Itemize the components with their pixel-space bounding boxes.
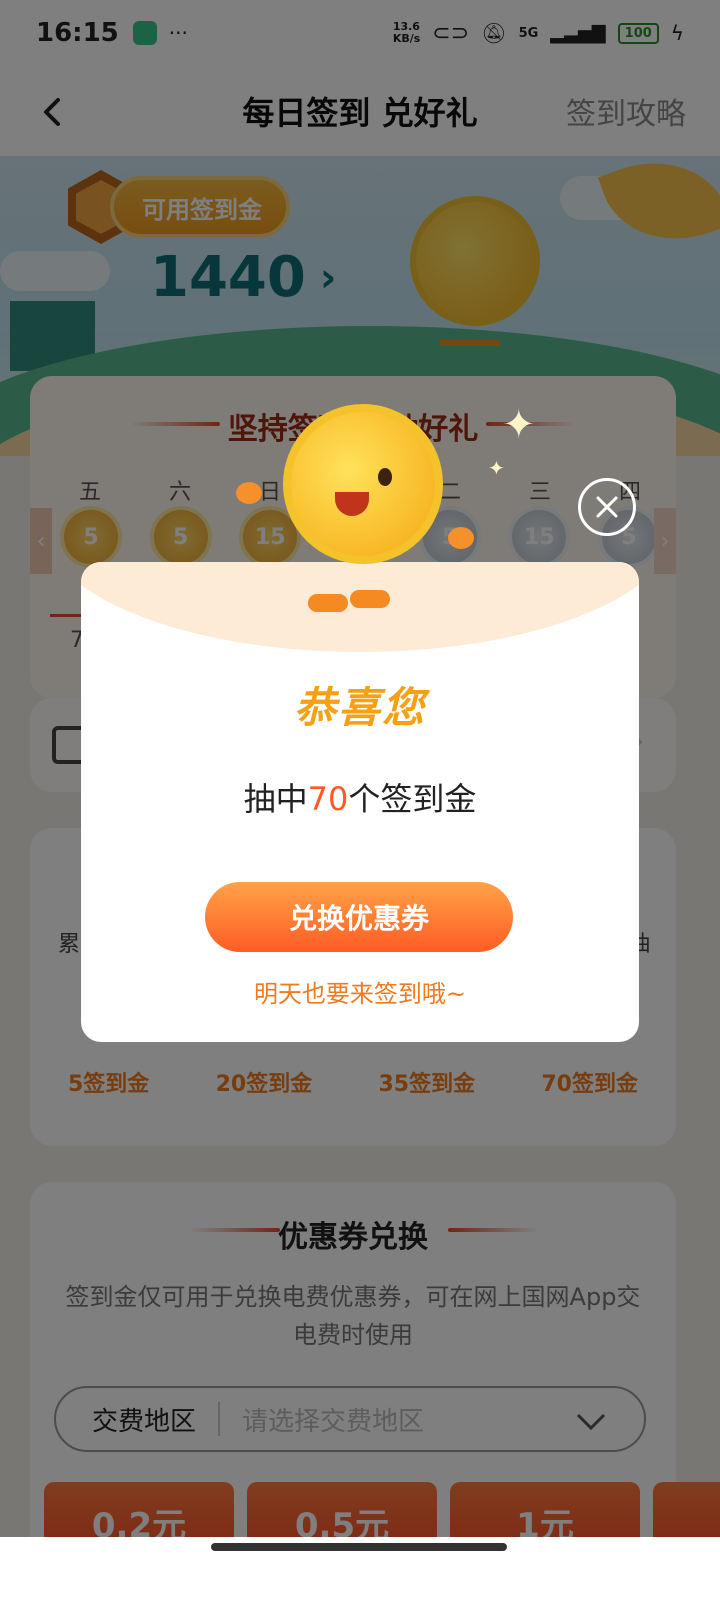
reward-amount: 70 <box>307 780 349 818</box>
reward-message-suffix: 个签到金 <box>348 780 477 818</box>
tomorrow-tip: 明天也要来签到哦~ <box>253 980 467 1008</box>
sparkle-icon: ✦ <box>488 456 505 480</box>
reward-message-prefix: 抽中 <box>243 780 308 818</box>
mascot-foot <box>350 590 390 608</box>
sparkle-icon: ✦ <box>502 402 536 448</box>
home-indicator[interactable] <box>211 1543 507 1551</box>
congrats-title: 恭喜您 <box>293 683 426 732</box>
reward-message: 抽中70个签到金 <box>81 774 639 820</box>
close-modal-button[interactable] <box>578 478 636 536</box>
close-icon <box>596 496 618 518</box>
reward-modal: 恭喜您 抽中70个签到金 兑换优惠券 明天也要来签到哦~ <box>81 562 639 1042</box>
mascot-foot <box>308 594 348 612</box>
redeem-coupon-button[interactable]: 兑换优惠券 <box>205 882 513 952</box>
coin-mascot-image <box>283 404 443 564</box>
mascot-eye <box>378 468 392 486</box>
mascot-hand <box>448 527 474 549</box>
mascot-hand <box>236 482 262 504</box>
